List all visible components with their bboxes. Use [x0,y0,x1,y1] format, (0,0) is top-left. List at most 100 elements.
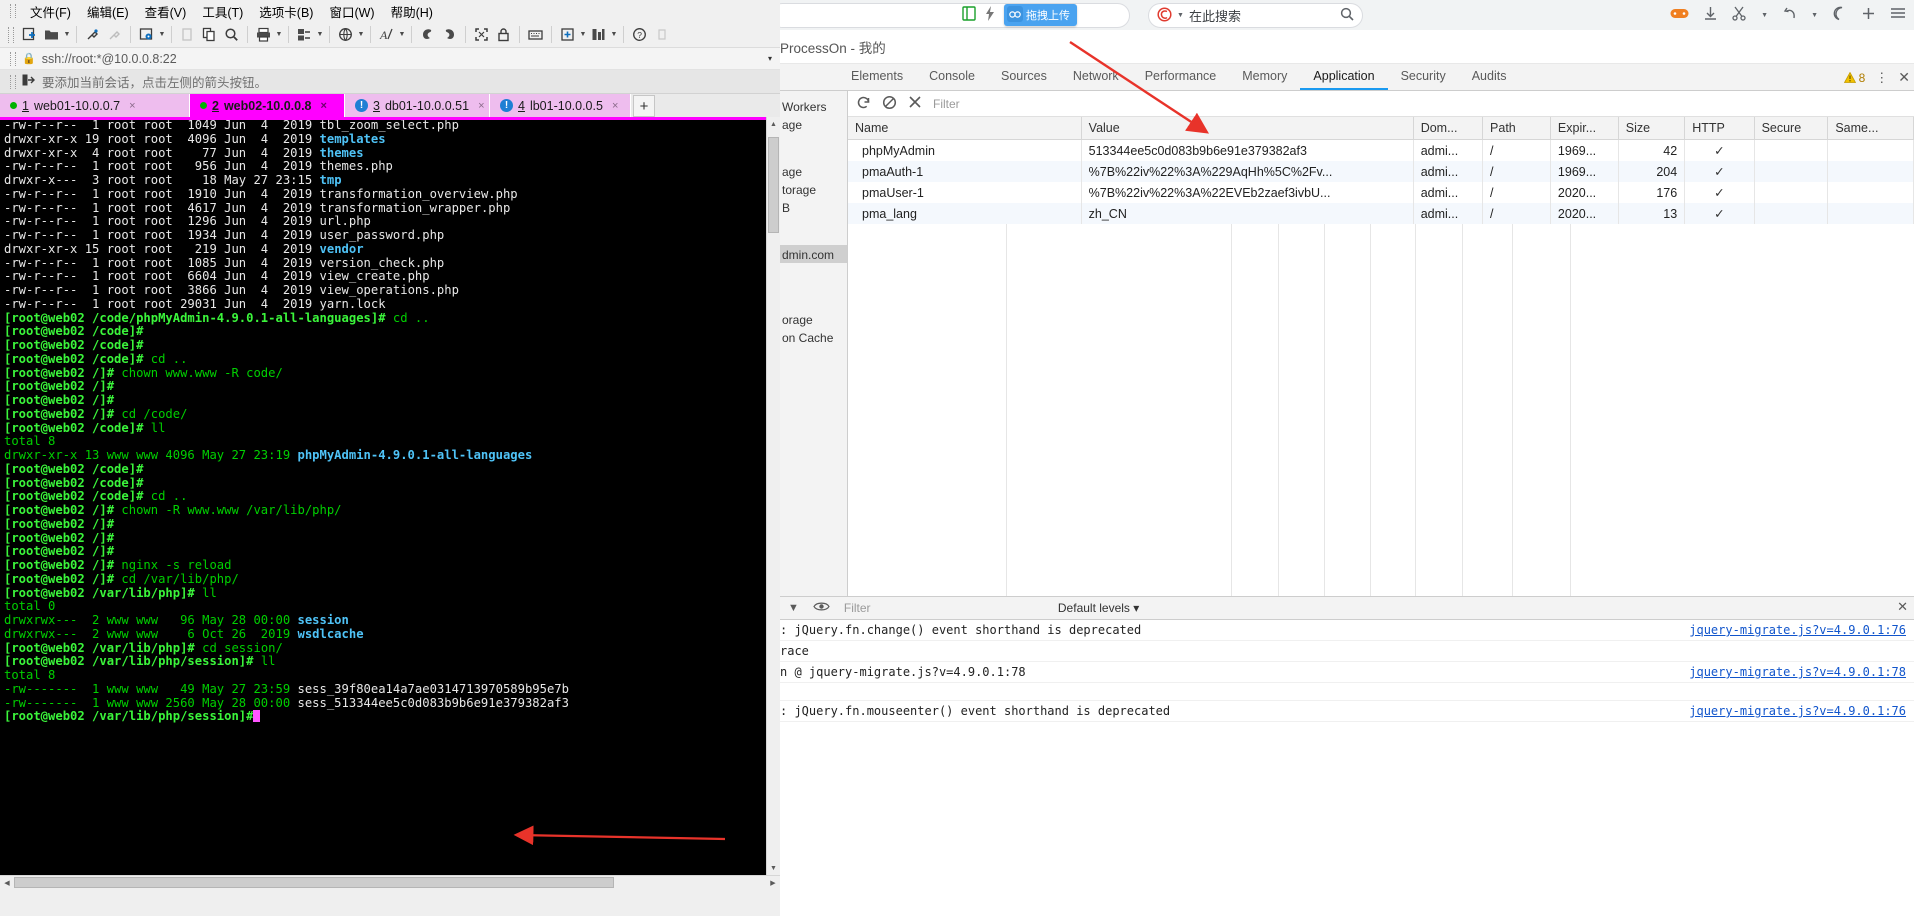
console-filter-input[interactable]: Filter [844,601,1044,615]
sidebar-item-11[interactable]: on Cache [780,328,847,346]
sidebar-item-9[interactable] [780,281,847,310]
hscroll-thumb[interactable] [14,877,614,888]
application-sidebar[interactable]: Workers age age torage B dmin.com orage … [780,91,848,596]
session-properties-icon[interactable] [136,24,157,45]
terminal-vertical-scrollbar[interactable]: ▲ ▼ [766,117,780,875]
copy-icon[interactable] [199,24,220,45]
connect-icon[interactable] [82,24,103,45]
menu-edit[interactable]: 编辑(E) [80,0,136,23]
highlight-alt-icon[interactable] [439,24,460,45]
close-icon[interactable]: × [478,100,484,112]
omnibox[interactable] [780,3,1130,28]
print-caret-icon[interactable]: ▼ [275,24,283,45]
console-row[interactable]: n @ jquery-migrate.js?v=4.9.0.1:78 jquery… [780,662,1914,683]
moon-icon[interactable] [1832,6,1847,25]
console-source-link[interactable]: jquery-migrate.js?v=4.9.0.1:76 [1677,704,1906,718]
cookie-row[interactable]: phpMyAdmin 513344ee5c0d083b9b6e91e379382a… [848,139,1914,161]
globe-caret-icon[interactable]: ▼ [357,24,365,45]
close-icon[interactable]: × [612,100,618,112]
col-expires[interactable]: Expir... [1550,117,1619,140]
tab-audits[interactable]: Audits [1459,64,1520,90]
console-levels-dropdown[interactable]: Default levels ▾ [1058,601,1139,615]
col-secure[interactable]: Secure [1754,117,1829,140]
keyboard-icon[interactable] [525,24,546,45]
add-session-icon[interactable] [22,74,35,89]
tab-application[interactable]: Application [1300,64,1388,90]
sidebar-item-0[interactable]: Workers [780,97,847,115]
undo-icon[interactable] [1782,6,1797,25]
search-icon[interactable] [1340,7,1354,24]
search-box[interactable]: ▼ 在此搜索 [1148,3,1363,28]
console-output[interactable]: : jQuery.fn.change() event shorthand is … [780,620,1914,722]
font-caret-icon[interactable]: ▼ [398,24,406,45]
highlight-icon[interactable] [417,24,438,45]
download-icon[interactable] [1703,6,1718,25]
col-samesite[interactable]: Same... [1827,117,1914,140]
console-source-link[interactable]: jquery-migrate.js?v=4.9.0.1:76 [1677,623,1906,637]
scroll-right-icon[interactable]: ▶ [766,879,780,887]
terminal-area[interactable]: -rw-r--r-- 1 root root 1049 Jun 4 2019 t… [0,117,780,889]
file-transfer-caret-icon[interactable]: ▼ [316,24,324,45]
col-path[interactable]: Path [1482,117,1551,140]
layout-icon[interactable] [588,24,609,45]
sidebar-item-1[interactable]: age [780,115,847,133]
cookie-row[interactable]: pmaAuth-1 %7B%22iv%22%3A%229AqHh%5C%2Fv..… [848,161,1914,182]
sidebar-item-3[interactable]: age [780,162,847,180]
devtools-close-icon[interactable]: ✕ [1898,69,1910,86]
undo-caret-icon[interactable]: ▼ [1811,12,1818,19]
plus-icon[interactable] [1861,6,1876,25]
font-icon[interactable]: A [376,24,397,45]
session-tab-lb01[interactable]: ! 4 lb01-10.0.0.5 × [490,94,631,117]
console-row[interactable]: : jQuery.fn.mouseenter() event shorthand… [780,701,1914,722]
scissors-caret-icon[interactable]: ▼ [1761,12,1768,19]
tab-console[interactable]: Console [916,64,988,90]
sidebar-item-cookie-domain[interactable]: dmin.com [780,245,847,263]
tab-performance[interactable]: Performance [1132,64,1230,90]
menu-view[interactable]: 查看(V) [138,0,194,23]
close-icon[interactable]: × [321,100,327,112]
session-properties-caret-icon[interactable]: ▼ [158,24,166,45]
scroll-up-icon[interactable]: ▲ [770,117,777,131]
fullscreen-icon[interactable] [471,24,492,45]
session-tab-web02[interactable]: 2 web02-10.0.0.8 × [190,94,345,117]
menu-icon[interactable] [1890,6,1906,24]
close-icon[interactable]: × [129,100,135,112]
address-value[interactable]: ssh://root:*@10.0.0.8:22 [42,52,768,66]
file-transfer-icon[interactable] [294,24,315,45]
tab-memory[interactable]: Memory [1229,64,1300,90]
console-row[interactable] [780,683,1914,701]
delete-icon[interactable] [908,95,922,112]
new-tab-button[interactable]: + [633,95,655,117]
sogou-icon[interactable] [1157,6,1172,25]
session-tab-web01[interactable]: 1 web01-10.0.0.7 × [0,94,190,117]
terminal-output[interactable]: -rw-r--r-- 1 root root 1049 Jun 4 2019 t… [0,117,766,875]
menu-tabs[interactable]: 选项卡(B) [252,0,320,23]
hintbar-grip[interactable] [10,74,16,89]
warning-count-badge[interactable]: 8 [1843,71,1865,85]
cookie-filter-input[interactable]: Filter [933,94,1263,113]
book-icon[interactable] [962,6,976,24]
scroll-left-icon[interactable]: ◀ [0,879,14,887]
menu-help[interactable]: 帮助(H) [384,0,440,23]
tab-network[interactable]: Network [1060,64,1132,90]
sidebar-item-6[interactable] [780,216,847,245]
cookie-row[interactable]: pma_lang zh_CN admi.../2020... 13 ✓ [848,203,1914,224]
addressbar-grip[interactable] [10,51,16,66]
clear-all-icon[interactable] [882,95,897,113]
search-engine-caret-icon[interactable]: ▼ [1177,12,1184,19]
col-value[interactable]: Value [1081,117,1414,140]
drawer-close-icon[interactable]: ✕ [1897,599,1908,615]
scissors-icon[interactable] [1732,6,1747,25]
add-to-sessions-caret-icon[interactable]: ▼ [579,24,587,45]
search-input[interactable]: 在此搜索 [1189,6,1335,25]
find-icon[interactable] [221,24,242,45]
refresh-icon[interactable] [856,95,871,113]
sidebar-item-8[interactable] [780,263,847,281]
tab-elements[interactable]: Elements [838,64,916,90]
help-icon[interactable]: ? [629,24,650,45]
col-name[interactable]: Name [848,117,1082,140]
menubar-grip[interactable] [10,4,16,18]
new-session-icon[interactable] [19,24,40,45]
menu-tools[interactable]: 工具(T) [195,0,250,23]
sidebar-item-4[interactable]: torage [780,180,847,198]
